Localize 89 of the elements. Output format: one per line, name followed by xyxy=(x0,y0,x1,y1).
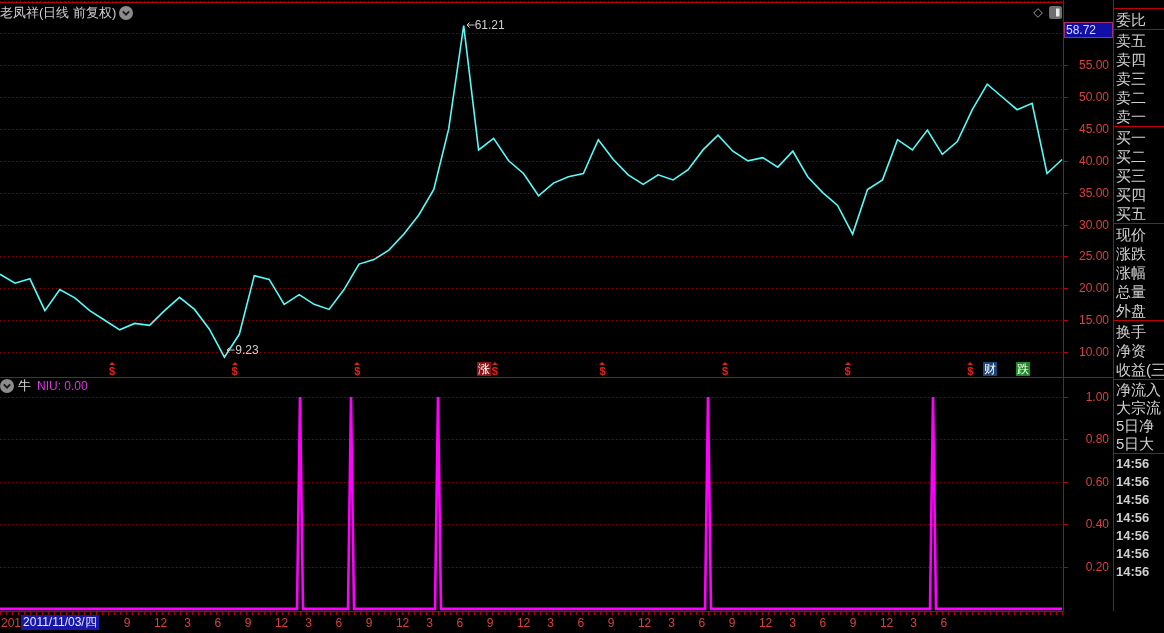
axis-label: 3 xyxy=(425,614,434,631)
quote-label: 涨幅 xyxy=(1115,263,1147,282)
axis-label: 20.00 xyxy=(1078,280,1109,297)
axis-label: 12 xyxy=(515,614,532,631)
axis-label: 12 xyxy=(636,614,653,631)
quote-label: 买四 xyxy=(1115,185,1147,204)
arrow-icon xyxy=(465,20,475,29)
axis-label: 12 xyxy=(878,614,895,631)
diamond-icon[interactable] xyxy=(1033,7,1043,18)
quote-label: 外盘 xyxy=(1115,301,1147,320)
quote-label: 买五 xyxy=(1115,204,1147,223)
axis-label: 0.40 xyxy=(1085,516,1109,533)
axis-label: 9 xyxy=(364,614,374,631)
arrow-icon xyxy=(226,346,236,355)
axis-label: 0.60 xyxy=(1085,473,1109,490)
time-label: 14:56 xyxy=(1115,545,1151,563)
axis-label: 9 xyxy=(122,614,132,631)
axis-label: 0.20 xyxy=(1085,558,1109,575)
axis-label: 3 xyxy=(304,614,313,631)
sidebar-icon[interactable] xyxy=(1049,6,1062,19)
quote-label: 委比 xyxy=(1115,10,1147,29)
axis-label: 6 xyxy=(939,614,949,631)
axis-label: 35.00 xyxy=(1078,184,1109,201)
axis-label: 12 xyxy=(273,614,290,631)
quote-label: 卖五 xyxy=(1115,31,1147,50)
time-label: 14:56 xyxy=(1115,473,1151,491)
axis-label: 0.80 xyxy=(1085,431,1109,448)
axis-label: 45.00 xyxy=(1078,120,1109,137)
chart-title: 老凤祥(日线 前复权) xyxy=(0,5,117,21)
axis-label: 201 xyxy=(1,614,22,631)
axis-label: 6 xyxy=(697,614,707,631)
axis-label: 10.00 xyxy=(1078,344,1109,361)
axis-label: 6 xyxy=(576,614,586,631)
axis-label: 15.00 xyxy=(1078,312,1109,329)
axis-label: 3 xyxy=(909,614,918,631)
axis-label: 55.00 xyxy=(1078,57,1109,74)
quote-label: 卖四 xyxy=(1115,50,1147,69)
quote-label: 5日净 xyxy=(1115,417,1156,435)
event-tag: 涨 xyxy=(476,362,491,376)
axis-label: 9 xyxy=(848,614,858,631)
quote-label: 现价 xyxy=(1115,225,1147,244)
axis-label: 6 xyxy=(213,614,223,631)
axis-label: 9 xyxy=(727,614,737,631)
axis-label: 25.00 xyxy=(1078,248,1109,265)
price-annotation: 9.23 xyxy=(235,343,259,358)
axis-label: 9 xyxy=(243,614,253,631)
quote-label: 买二 xyxy=(1115,147,1147,166)
quote-label: 总量 xyxy=(1115,282,1147,301)
axis-label: 40.00 xyxy=(1078,152,1109,169)
axis-label: 6 xyxy=(455,614,465,631)
quote-label: 5日大 xyxy=(1115,435,1156,453)
chevron-circle-icon[interactable] xyxy=(0,379,14,393)
quote-label: 净资 xyxy=(1115,341,1147,360)
quote-label: 卖一 xyxy=(1115,107,1147,126)
quote-label: 买三 xyxy=(1115,166,1147,185)
axis-label: 6 xyxy=(818,614,828,631)
quote-label: 卖二 xyxy=(1115,88,1147,107)
axis-label: 9 xyxy=(485,614,495,631)
axis-label: 12 xyxy=(152,614,169,631)
axis-label: 3 xyxy=(667,614,676,631)
indicator-name: 牛 xyxy=(18,378,31,394)
indicator-value: NIU: 0.00 xyxy=(37,378,88,394)
quote-label: 买一 xyxy=(1115,128,1147,147)
chevron-circle-icon[interactable] xyxy=(119,6,134,20)
time-label: 14:56 xyxy=(1115,563,1151,581)
axis-label: 1.00 xyxy=(1085,389,1109,406)
cursor-price-label: 58.72 xyxy=(1064,22,1113,38)
price-annotation: 61.21 xyxy=(474,17,505,32)
event-tag: 跌 xyxy=(1016,362,1031,376)
quote-label: 涨跌 xyxy=(1115,244,1147,263)
axis-label: 12 xyxy=(757,614,774,631)
quote-label: 净流入 xyxy=(1115,381,1162,399)
quote-label: 卖三 xyxy=(1115,69,1147,88)
axis-label: 3 xyxy=(546,614,555,631)
axis-label: 3 xyxy=(183,614,192,631)
event-tag: 财 xyxy=(983,362,998,376)
quote-label: 大宗流 xyxy=(1115,399,1162,417)
time-label: 14:56 xyxy=(1115,509,1151,527)
axis-label: 9 xyxy=(606,614,616,631)
quote-label: 换手 xyxy=(1115,322,1147,341)
time-label: 14:56 xyxy=(1115,455,1151,473)
cursor-date-label: 2011/11/03/四 xyxy=(21,615,99,630)
axis-label: 50.00 xyxy=(1078,88,1109,105)
axis-label: 6 xyxy=(334,614,344,631)
time-label: 14:56 xyxy=(1115,491,1151,509)
axis-label: 30.00 xyxy=(1078,216,1109,233)
axis-label: 3 xyxy=(788,614,797,631)
time-label: 14:56 xyxy=(1115,527,1151,545)
axis-label: 12 xyxy=(394,614,411,631)
